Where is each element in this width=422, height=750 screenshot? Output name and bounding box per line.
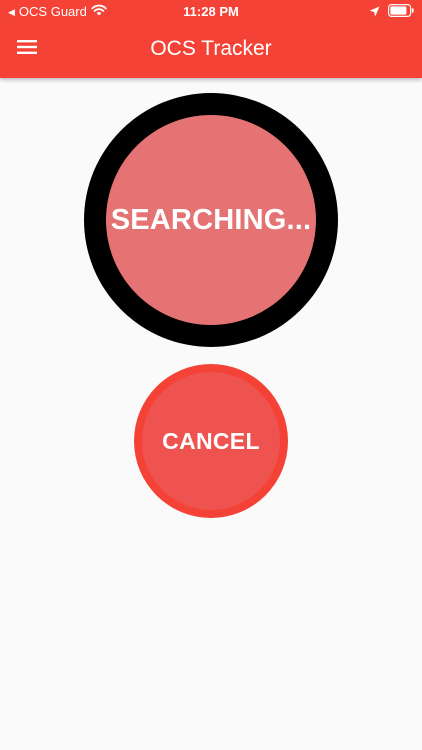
cancel-label: CANCEL	[162, 427, 260, 454]
status-bar: ◀ OCS Guard 11:28 PM	[0, 0, 422, 24]
cancel-button-face: CANCEL	[142, 372, 280, 510]
status-icons	[369, 4, 414, 20]
searching-indicator: SEARCHING...	[106, 115, 316, 325]
cancel-button[interactable]: CANCEL	[134, 364, 288, 518]
searching-label: SEARCHING...	[110, 203, 312, 236]
status-time: 11:28 PM	[183, 4, 239, 19]
page-title: OCS Tracker	[150, 37, 272, 60]
location-arrow-icon	[369, 5, 380, 20]
battery-icon	[388, 4, 414, 20]
header: ◀ OCS Guard 11:28 PM OCS Tracker	[0, 0, 422, 78]
screen: ◀ OCS Guard 11:28 PM OCS Tracker SEARCHI…	[0, 0, 422, 750]
app-bar: OCS Tracker	[0, 24, 422, 78]
